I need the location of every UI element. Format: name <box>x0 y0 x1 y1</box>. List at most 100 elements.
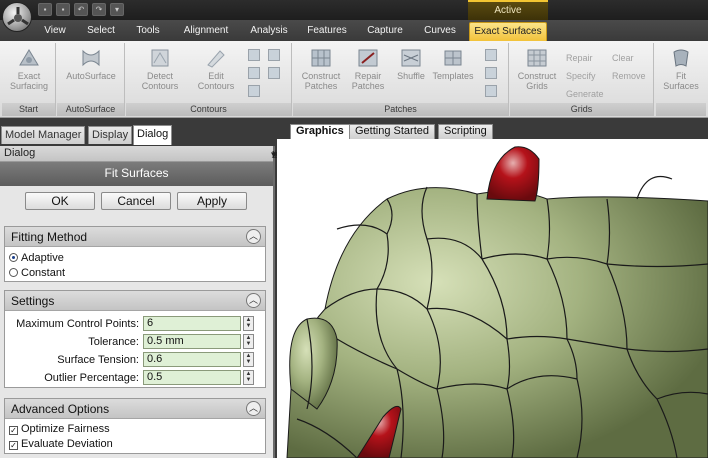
repair-patches-button[interactable]: Repair Patches <box>347 47 389 91</box>
contour-tool-3-icon[interactable] <box>248 85 260 97</box>
ribbon-group-autosurface: AutoSurface AutoSurface <box>57 43 125 116</box>
patch-tool-1-icon[interactable] <box>485 49 497 61</box>
patch-tool-2-icon[interactable] <box>485 67 497 79</box>
tolerance-row: Tolerance: 0.5 mm ▲ ▼ <box>5 334 265 350</box>
outlier-percentage-input[interactable]: 0.5 <box>143 370 241 385</box>
new-icon[interactable]: ▪ <box>38 3 52 16</box>
tab-dialog[interactable]: Dialog <box>133 125 173 145</box>
ribbon-tab-bar: View Select Tools Alignment Analysis Fea… <box>0 20 708 41</box>
tab-capture[interactable]: Capture <box>366 22 404 41</box>
collapse-icon[interactable]: ︿ <box>246 229 261 244</box>
generate-button[interactable]: Generate <box>566 89 604 99</box>
fitting-method-header[interactable]: Fitting Method ︿ <box>5 227 265 247</box>
panel-tab-bar: Model Manager Display Dialog <box>0 118 275 146</box>
tab-features[interactable]: Features <box>307 22 347 41</box>
construct-grids-button[interactable]: Construct Grids <box>514 47 560 91</box>
collapse-icon[interactable]: ︿ <box>246 401 261 416</box>
templates-button[interactable]: Templates <box>431 47 475 81</box>
apply-button[interactable]: Apply <box>177 192 247 210</box>
surface-model[interactable] <box>277 139 708 458</box>
tab-exact-surfaces[interactable]: Exact Surfaces <box>469 22 547 41</box>
repair-grids-button[interactable]: Repair <box>566 53 593 63</box>
undo-icon[interactable]: ↶ <box>74 3 88 16</box>
spinner-icon[interactable]: ▲ ▼ <box>243 316 254 331</box>
tab-scripting[interactable]: Scripting <box>438 124 493 139</box>
app-logo-icon <box>7 7 29 26</box>
tab-curves[interactable]: Curves <box>423 22 457 41</box>
fitting-method-section: Fitting Method ︿ Adaptive Constant <box>4 226 266 282</box>
advanced-options-title: Advanced Options <box>11 402 110 416</box>
tab-tools[interactable]: Tools <box>134 22 162 41</box>
construct-grids-icon <box>527 49 547 67</box>
contour-tool-1-icon[interactable] <box>248 49 260 61</box>
radio-constant-label: Constant <box>21 267 66 279</box>
ribbon-group-patches: Construct Patches Repair Patches Shuffle… <box>293 43 509 116</box>
settings-header[interactable]: Settings ︿ <box>5 291 265 311</box>
tolerance-input[interactable]: 0.5 mm <box>143 334 241 349</box>
group-title-grids: Grids <box>510 103 653 116</box>
optimize-fairness-checkbox[interactable]: ✓ Optimize Fairness <box>9 423 110 435</box>
radio-adaptive[interactable]: Adaptive <box>9 252 64 264</box>
edit-contours-button[interactable]: Edit Contours <box>192 47 240 91</box>
repair-patches-label: Repair Patches <box>351 71 385 91</box>
radio-constant[interactable]: Constant <box>9 267 65 279</box>
ribbon-group-fit: Fit Surfaces <box>656 43 706 116</box>
ribbon: Exact Surfacing Start AutoSurface AutoSu… <box>0 41 708 118</box>
group-title-start: Start <box>2 103 55 116</box>
cancel-button[interactable]: Cancel <box>101 192 171 210</box>
tab-alignment[interactable]: Alignment <box>182 22 230 41</box>
spinner-icon[interactable]: ▲ ▼ <box>243 370 254 385</box>
detect-contours-icon <box>151 49 169 67</box>
shuffle-icon <box>401 49 421 67</box>
tab-model-manager[interactable]: Model Manager <box>1 126 86 144</box>
shuffle-button[interactable]: Shuffle <box>391 47 431 81</box>
collapse-icon[interactable]: ︿ <box>246 293 261 308</box>
tab-analysis[interactable]: Analysis <box>250 22 288 41</box>
evaluate-deviation-checkbox[interactable]: ✓ Evaluate Deviation <box>9 438 113 450</box>
group-title-autosurface: AutoSurface <box>57 103 124 116</box>
advanced-options-header[interactable]: Advanced Options ︿ <box>5 399 265 419</box>
max-control-points-row: Maximum Control Points: 6 ▲ ▼ <box>5 316 265 332</box>
surface-tension-row: Surface Tension: 0.6 ▲ ▼ <box>5 352 265 368</box>
spinner-icon[interactable]: ▲ ▼ <box>243 352 254 367</box>
exact-surfacing-button[interactable]: Exact Surfacing <box>6 47 52 91</box>
ok-button[interactable]: OK <box>25 192 95 210</box>
surface-tension-input[interactable]: 0.6 <box>143 352 241 367</box>
max-control-points-input[interactable]: 6 <box>143 316 241 331</box>
fitting-method-title: Fitting Method <box>11 230 88 244</box>
contour-tool-2-icon[interactable] <box>248 67 260 79</box>
settings-title: Settings <box>11 294 55 308</box>
clear-button[interactable]: Clear <box>612 53 634 63</box>
fit-surfaces-icon <box>673 49 689 67</box>
qat-dropdown-icon[interactable]: ▾ <box>110 3 124 16</box>
detect-contours-label: Detect Contours <box>141 71 179 91</box>
tab-graphics[interactable]: Graphics <box>290 124 350 139</box>
tab-select[interactable]: Select <box>86 22 116 41</box>
remove-button[interactable]: Remove <box>612 71 646 81</box>
edit-contours-label: Edit Contours <box>197 71 235 91</box>
specify-button[interactable]: Specify <box>566 71 596 81</box>
dialog-title: Fit Surfaces <box>0 162 273 186</box>
exact-surfacing-label: Exact Surfacing <box>9 71 49 91</box>
autosurface-label: AutoSurface <box>66 71 116 81</box>
app-menu-button[interactable] <box>2 2 32 32</box>
max-control-points-label: Maximum Control Points: <box>16 318 139 330</box>
construct-grids-label: Construct Grids <box>517 71 557 91</box>
templates-label: Templates <box>432 71 474 81</box>
checkbox-checked-icon: ✓ <box>9 426 18 435</box>
tab-view[interactable]: View <box>42 22 68 41</box>
tab-getting-started[interactable]: Getting Started <box>349 124 435 139</box>
redo-icon[interactable]: ↷ <box>92 3 106 16</box>
detect-contours-button[interactable]: Detect Contours <box>134 47 186 91</box>
patch-tool-3-icon[interactable] <box>485 85 497 97</box>
save-icon[interactable]: ▪ <box>56 3 70 16</box>
contour-tool-4-icon[interactable] <box>268 49 280 61</box>
contour-tool-5-icon[interactable] <box>268 67 280 79</box>
optimize-fairness-label: Optimize Fairness <box>21 423 110 435</box>
graphics-viewport[interactable] <box>277 139 708 458</box>
spinner-icon[interactable]: ▲ ▼ <box>243 334 254 349</box>
fit-surfaces-button[interactable]: Fit Surfaces <box>660 47 702 91</box>
autosurface-button[interactable]: AutoSurface <box>63 47 119 81</box>
tab-display[interactable]: Display <box>88 126 133 144</box>
construct-patches-button[interactable]: Construct Patches <box>297 47 345 91</box>
